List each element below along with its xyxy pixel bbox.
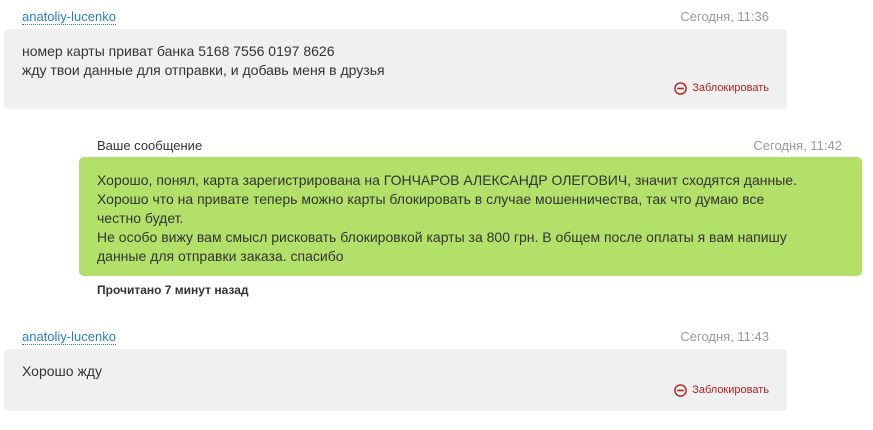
message-line: номер карты приват банка 5168 7556 0197 …: [22, 43, 335, 59]
message-line: Хорошо, понял, карта зарегистрирована на…: [97, 172, 797, 188]
message-line: Хорошо жду: [22, 363, 102, 379]
message-header: anatoliy-lucenko Сегодня, 11:36: [4, 9, 787, 29]
message-timestamp: Сегодня, 11:42: [753, 138, 842, 153]
message-timestamp: Сегодня, 11:43: [680, 329, 769, 344]
message-header: anatoliy-lucenko Сегодня, 11:43: [4, 329, 787, 349]
message-timestamp: Сегодня, 11:36: [680, 9, 769, 24]
block-label: Заблокировать: [692, 384, 769, 396]
message-incoming-2: anatoliy-lucenko Сегодня, 11:43 Хорошо ж…: [4, 329, 787, 411]
message-bubble: номер карты приват банка 5168 7556 0197 …: [4, 29, 787, 109]
message-text: Хорошо, понял, карта зарегистрирована на…: [97, 171, 847, 266]
message-line: жду твои данные для отправки, и добавь м…: [22, 62, 385, 78]
message-line: Хорошо что на привате теперь можно карты…: [97, 191, 765, 207]
message-text: номер карты приват банка 5168 7556 0197 …: [22, 42, 385, 80]
block-label: Заблокировать: [692, 82, 769, 94]
message-text: Хорошо жду: [22, 362, 102, 381]
block-icon: [674, 82, 688, 95]
own-message-label: Ваше сообщение: [97, 138, 203, 153]
block-button[interactable]: Заблокировать: [674, 384, 769, 397]
author-link[interactable]: anatoliy-lucenko: [22, 329, 116, 345]
block-icon: [674, 384, 688, 397]
message-line: честно будет.: [97, 210, 184, 226]
block-button[interactable]: Заблокировать: [674, 82, 769, 95]
message-line: данные для отправки заказа. спасибо: [97, 248, 344, 264]
message-line: Не особо вижу вам смысл рисковать блокир…: [97, 229, 787, 245]
author-link[interactable]: anatoliy-lucenko: [22, 9, 116, 25]
read-status: Прочитано 7 минут назад: [97, 283, 249, 297]
message-incoming-1: anatoliy-lucenko Сегодня, 11:36 номер ка…: [4, 9, 787, 109]
message-bubble: Хорошо жду Заблокировать: [4, 349, 787, 411]
own-message-bubble: Хорошо, понял, карта зарегистрирована на…: [79, 157, 862, 276]
